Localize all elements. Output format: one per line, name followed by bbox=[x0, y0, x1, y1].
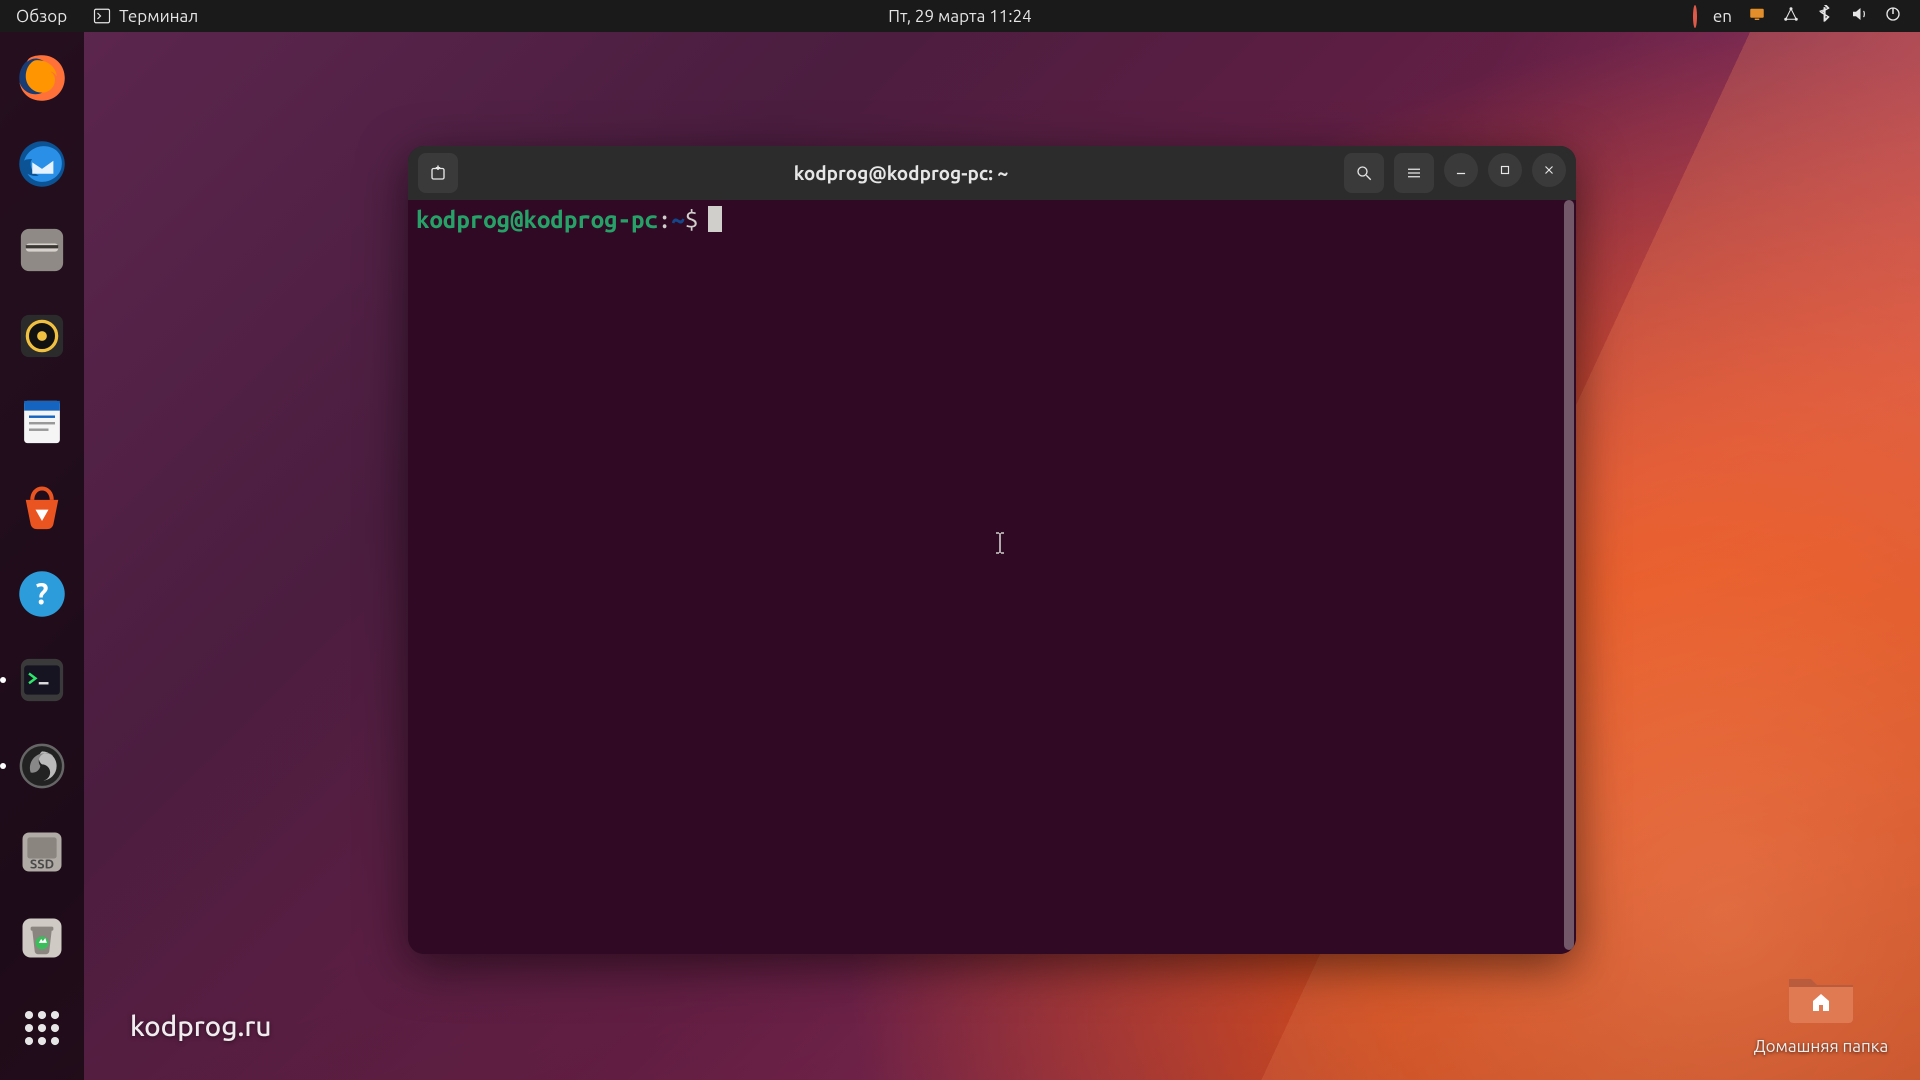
dock-disk-ssd[interactable]: SSD bbox=[14, 824, 70, 880]
clock[interactable]: Пт, 29 марта 11:24 bbox=[888, 7, 1032, 26]
terminal-body[interactable]: kodprog@kodprog-pc:~$ bbox=[408, 200, 1576, 954]
dock-rhythmbox[interactable] bbox=[14, 308, 70, 364]
close-button[interactable] bbox=[1532, 153, 1566, 187]
desktop-home-label: Домашняя папка bbox=[1746, 1037, 1896, 1056]
prompt-user-host: kodprog@kodprog-pc bbox=[416, 206, 658, 235]
terminal-scrollbar[interactable] bbox=[1564, 200, 1574, 950]
dock-trash[interactable] bbox=[14, 910, 70, 966]
dock-thunderbird[interactable] bbox=[14, 136, 70, 192]
terminal-titlebar[interactable]: kodprog@kodprog-pc: ~ bbox=[408, 146, 1576, 200]
top-bar: Обзор Терминал Пт, 29 марта 11:24 en bbox=[0, 0, 1920, 32]
screen-share-icon[interactable] bbox=[1748, 5, 1766, 27]
activities-button[interactable]: Обзор bbox=[16, 7, 67, 26]
dock-help[interactable]: ? bbox=[14, 566, 70, 622]
prompt-dollar: $ bbox=[685, 206, 698, 235]
keyboard-layout-indicator[interactable]: en bbox=[1713, 7, 1732, 26]
power-icon[interactable] bbox=[1884, 5, 1902, 27]
dock-show-apps[interactable] bbox=[14, 1000, 70, 1056]
home-folder-icon bbox=[1785, 967, 1857, 1027]
volume-icon[interactable] bbox=[1850, 5, 1868, 27]
desktop-home-folder[interactable]: Домашняя папка bbox=[1746, 967, 1896, 1056]
dock-terminal[interactable] bbox=[14, 652, 70, 708]
terminal-small-icon bbox=[93, 7, 111, 25]
window-title: kodprog@kodprog-pc: ~ bbox=[468, 162, 1334, 184]
dock-files[interactable] bbox=[14, 222, 70, 278]
minimize-button[interactable] bbox=[1444, 153, 1478, 187]
new-tab-button[interactable] bbox=[418, 153, 458, 193]
prompt-colon: : bbox=[658, 206, 671, 235]
screen-record-icon[interactable] bbox=[1693, 7, 1697, 26]
bluetooth-icon[interactable] bbox=[1816, 5, 1834, 27]
prompt-path: ~ bbox=[671, 206, 684, 235]
dock-software[interactable] bbox=[14, 480, 70, 536]
maximize-button[interactable] bbox=[1488, 153, 1522, 187]
dock-firefox[interactable] bbox=[14, 50, 70, 106]
watermark-text: kodprog.ru bbox=[130, 1011, 272, 1042]
active-app-name: Терминал bbox=[119, 7, 198, 26]
scrollbar-thumb[interactable] bbox=[1564, 200, 1574, 950]
svg-text:SSD: SSD bbox=[30, 857, 54, 871]
dock-writer[interactable] bbox=[14, 394, 70, 450]
clock-text: Пт, 29 марта 11:24 bbox=[888, 7, 1032, 26]
dock-obs[interactable] bbox=[14, 738, 70, 794]
svg-text:?: ? bbox=[36, 577, 49, 610]
menu-button[interactable] bbox=[1394, 153, 1434, 193]
prompt-line: kodprog@kodprog-pc:~$ bbox=[416, 206, 1568, 235]
ibeam-cursor-icon bbox=[994, 532, 1006, 554]
search-button[interactable] bbox=[1344, 153, 1384, 193]
dock: ? SSD bbox=[0, 32, 84, 1080]
terminal-window: kodprog@kodprog-pc: ~ kodprog@kodprog-pc… bbox=[408, 146, 1576, 954]
network-icon[interactable] bbox=[1782, 5, 1800, 27]
text-cursor bbox=[708, 206, 722, 232]
active-app-indicator[interactable]: Терминал bbox=[93, 7, 198, 26]
